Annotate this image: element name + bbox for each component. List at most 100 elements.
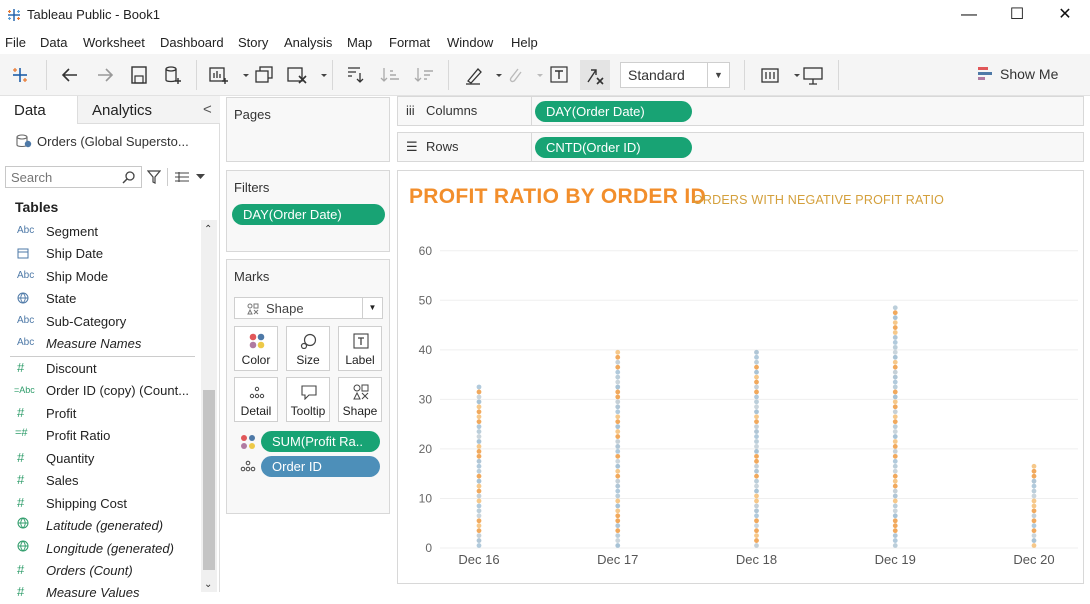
pages-shelf[interactable]: Pages	[226, 97, 390, 162]
filter-icon[interactable]	[147, 169, 161, 185]
group-members-icon[interactable]	[503, 64, 527, 86]
shape-card[interactable]: Shape	[338, 377, 382, 422]
size-card[interactable]: Size	[286, 326, 330, 371]
rows-shelf[interactable]: ☰ Rows CNTD(Order ID)	[397, 132, 1084, 162]
filters-shelf[interactable]: Filters DAY(Order Date)	[226, 170, 390, 252]
field-sales[interactable]: # Sales	[0, 470, 200, 492]
close-button[interactable]: ✕	[1042, 2, 1088, 28]
maximize-button[interactable]: ☐	[994, 2, 1040, 28]
data-point	[754, 434, 759, 439]
save-icon[interactable]	[127, 64, 151, 86]
sort-descending-icon[interactable]	[412, 64, 436, 86]
field-quantity[interactable]: # Quantity	[0, 448, 200, 470]
data-point	[892, 503, 898, 509]
field-order-id-copy[interactable]: =Abc Order ID (copy) (Count...	[0, 380, 200, 402]
detail-card[interactable]: Detail	[234, 377, 278, 422]
visualization-area[interactable]: PROFIT RATIO BY ORDER ID ORDERS WITH NEG…	[397, 170, 1084, 584]
field-discount[interactable]: # Discount	[0, 358, 200, 380]
scroll-up-icon[interactable]: ⌃	[204, 224, 212, 235]
columns-shelf[interactable]: iii Columns DAY(Order Date)	[397, 96, 1084, 126]
number-type-icon: #	[17, 472, 25, 487]
clear-sheet-icon[interactable]	[285, 64, 309, 86]
field-latitude[interactable]: Latitude (generated)	[0, 515, 200, 537]
search-input[interactable]	[6, 167, 116, 187]
new-worksheet-dropdown-icon[interactable]	[234, 64, 249, 86]
color-pill-profit-ratio[interactable]: SUM(Profit Ra..	[261, 431, 380, 452]
menu-analysis[interactable]: Analysis	[284, 35, 332, 50]
tableau-start-icon[interactable]	[8, 64, 32, 86]
data-point	[754, 399, 759, 405]
duplicate-sheet-icon[interactable]	[252, 64, 276, 86]
redo-icon[interactable]	[93, 64, 117, 86]
data-point	[476, 518, 482, 524]
scroll-down-icon[interactable]: ⌄	[204, 579, 212, 590]
show-me-button[interactable]: Show Me	[978, 66, 1058, 82]
new-datasource-icon[interactable]	[161, 64, 185, 86]
collapse-pane-icon[interactable]: <	[203, 101, 212, 118]
label-card[interactable]: Label	[338, 326, 382, 371]
new-worksheet-icon[interactable]	[207, 64, 231, 86]
swap-rows-columns-icon[interactable]	[343, 64, 367, 86]
menu-format[interactable]: Format	[389, 35, 430, 50]
field-measure-values[interactable]: # Measure Values	[0, 582, 200, 604]
scatter-chart[interactable]: 0 10 20 30 40 50 60 Dec 16 Dec 17 Dec 18 Dec 19 Dec…	[398, 171, 1083, 583]
data-point	[892, 523, 898, 529]
field-profit[interactable]: # Profit	[0, 403, 200, 425]
filter-pill-day-order-date[interactable]: DAY(Order Date)	[232, 204, 385, 225]
menu-data[interactable]: Data	[40, 35, 67, 50]
globe-icon	[17, 517, 39, 532]
tab-data[interactable]: Data	[0, 96, 77, 124]
field-orders-count[interactable]: # Orders (Count)	[0, 560, 200, 582]
field-measure-names[interactable]: Abc Measure Names	[0, 333, 200, 355]
view-list-icon[interactable]	[174, 171, 190, 183]
scrollbar-thumb[interactable]	[203, 390, 215, 570]
menu-dashboard[interactable]: Dashboard	[160, 35, 224, 50]
mark-type-dropdown[interactable]: Shape ▼	[234, 297, 383, 319]
columns-pill-day-order-date[interactable]: DAY(Order Date)	[535, 101, 692, 122]
color-card[interactable]: Color	[234, 326, 278, 371]
tab-analytics[interactable]: Analytics <	[77, 96, 220, 124]
x-tick-label: Dec 17	[597, 552, 638, 567]
tooltip-card[interactable]: Tooltip	[286, 377, 330, 422]
field-search[interactable]	[5, 166, 142, 188]
data-point	[892, 305, 898, 311]
fit-dropdown[interactable]: Standard ▼	[620, 62, 730, 88]
clear-sheet-dropdown-icon[interactable]	[312, 64, 327, 86]
menu-file[interactable]: File	[5, 35, 26, 50]
fit-dropdown-value: Standard	[628, 67, 685, 83]
field-segment[interactable]: Abc Segment	[0, 221, 200, 243]
show-cards-icon[interactable]	[759, 64, 783, 86]
data-point	[615, 429, 621, 434]
menu-map[interactable]: Map	[347, 35, 372, 50]
title-bar: Tableau Public - Book1 — ☐ ✕	[0, 0, 1090, 30]
field-ship-date[interactable]: Ship Date	[0, 243, 200, 265]
field-longitude[interactable]: Longitude (generated)	[0, 538, 200, 560]
highlight-pen-icon[interactable]	[462, 64, 486, 86]
detail-pill-order-id[interactable]: Order ID	[261, 456, 380, 477]
data-point	[615, 419, 621, 425]
show-mark-labels-icon[interactable]	[547, 64, 571, 86]
field-profit-ratio[interactable]: =# Profit Ratio	[0, 425, 200, 447]
menu-help[interactable]: Help	[511, 35, 538, 50]
undo-icon[interactable]	[58, 64, 82, 86]
field-shipping-cost[interactable]: # Shipping Cost	[0, 493, 200, 515]
view-dropdown-icon[interactable]	[196, 174, 205, 180]
datasource-item[interactable]: Orders (Global Supersto...	[15, 133, 189, 149]
show-cards-dropdown-icon[interactable]	[785, 64, 800, 86]
field-state[interactable]: State	[0, 288, 200, 310]
data-point	[615, 399, 621, 405]
presentation-mode-icon[interactable]	[801, 64, 825, 86]
data-point	[892, 508, 898, 514]
menu-window[interactable]: Window	[447, 35, 493, 50]
field-sub-category[interactable]: Abc Sub-Category	[0, 311, 200, 333]
highlight-dropdown-icon[interactable]	[487, 64, 502, 86]
rows-pill-cntd-order-id[interactable]: CNTD(Order ID)	[535, 137, 692, 158]
sort-ascending-icon[interactable]	[378, 64, 402, 86]
menu-story[interactable]: Story	[238, 35, 268, 50]
field-ship-mode[interactable]: Abc Ship Mode	[0, 266, 200, 288]
group-dropdown-icon[interactable]	[528, 64, 543, 86]
fix-axes-icon[interactable]	[580, 60, 610, 90]
minimize-button[interactable]: —	[946, 2, 992, 28]
menu-worksheet[interactable]: Worksheet	[83, 35, 145, 50]
data-pane-scrollbar[interactable]: ⌃ ⌄	[201, 220, 217, 592]
